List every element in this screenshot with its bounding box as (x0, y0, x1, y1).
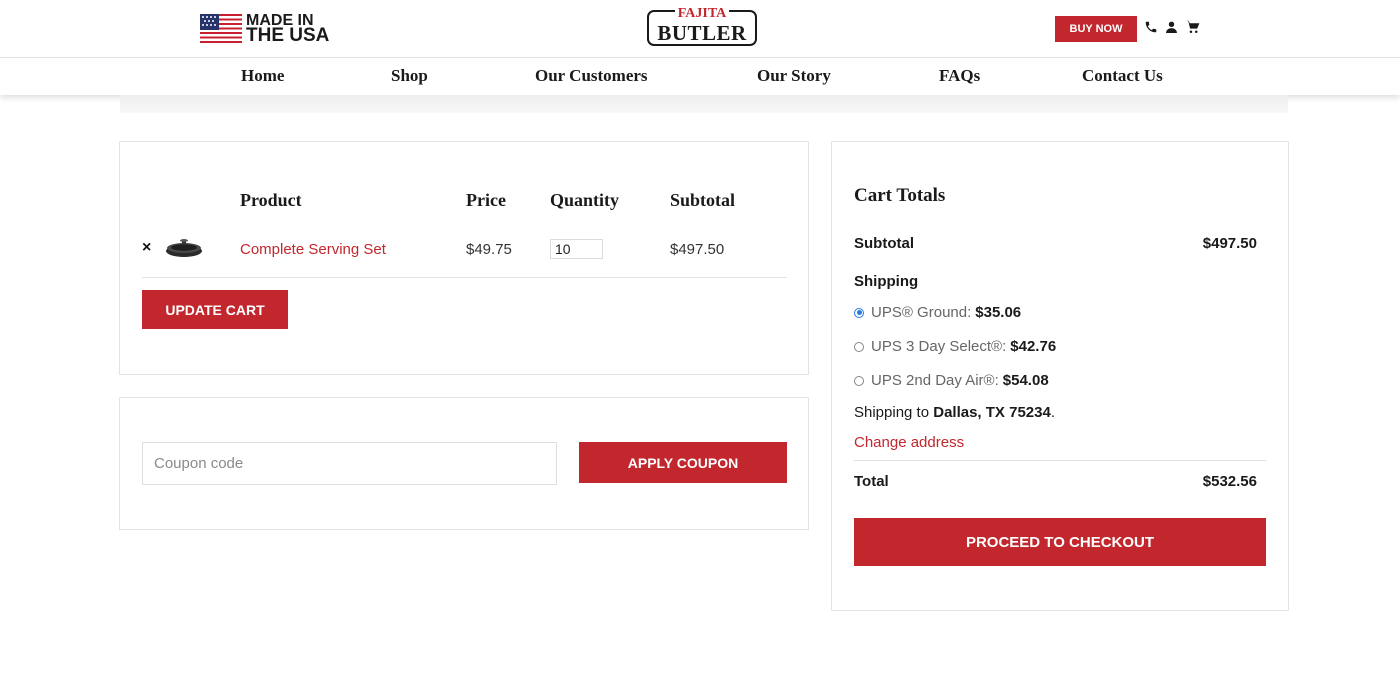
product-name-link[interactable]: Complete Serving Set (240, 241, 386, 258)
shipping-option-ups-3-day[interactable]: UPS 3 Day Select®: $42.76 (854, 338, 1056, 355)
nav-our-story[interactable]: Our Story (757, 66, 831, 86)
shipping-option-label: UPS 3 Day Select®: (871, 338, 1007, 355)
phone-icon[interactable] (1144, 20, 1160, 36)
shipping-option-price: $35.06 (975, 304, 1022, 321)
column-header-price: Price (466, 190, 506, 210)
column-header-quantity: Quantity (550, 190, 620, 210)
top-header: MADE IN THE USA FAJITA BUTLER BUY NOW (0, 0, 1400, 58)
shipping-destination: Shipping to Dallas, TX 75234. (854, 404, 1055, 421)
shipping-label: Shipping (854, 273, 919, 290)
total-value: $532.56 (1202, 473, 1257, 490)
cart-totals-panel: Cart Totals Subtotal $497.50 Shipping UP… (831, 141, 1289, 611)
made-in-line2: THE USA (246, 25, 330, 46)
nav-faqs[interactable]: FAQs (939, 66, 980, 86)
shipping-option-price: $54.08 (1002, 372, 1049, 389)
shipping-option-price: $42.76 (1010, 338, 1057, 355)
column-header-product: Product (240, 190, 302, 210)
row-divider (142, 277, 787, 278)
shipping-to-prefix: Shipping to (854, 404, 930, 421)
user-icon[interactable] (1165, 20, 1181, 36)
subtotal-value: $497.50 (1202, 235, 1257, 252)
product-thumbnail[interactable] (164, 238, 204, 265)
made-in-usa-text: MADE IN THE USA (246, 13, 330, 46)
product-subtotal: $497.50 (670, 241, 725, 258)
remove-item-button[interactable]: × (142, 239, 151, 257)
radio-ups-2nd-day[interactable] (854, 375, 864, 386)
coupon-panel: Apply Coupon (119, 397, 809, 530)
product-price: $49.75 (466, 241, 512, 258)
shipping-option-label: UPS® Ground: (871, 304, 972, 321)
site-logo[interactable]: FAJITA BUTLER (647, 6, 757, 46)
shipping-to-location: Dallas, TX 75234 (933, 404, 1051, 421)
shipping-option-ups-2nd-day[interactable]: UPS 2nd Day Air®: $54.08 (854, 372, 1049, 389)
radio-ups-ground[interactable] (854, 307, 864, 318)
shipping-option-ups-ground[interactable]: UPS® Ground: $35.06 (854, 304, 1021, 321)
cart-totals-title: Cart Totals (854, 185, 946, 206)
shipping-option-label: UPS 2nd Day Air®: (871, 372, 999, 389)
page-banner-strip (120, 95, 1288, 113)
change-address-link[interactable]: Change address (854, 434, 964, 451)
main-navigation: Home Shop Our Customers Our Story FAQs C… (0, 58, 1400, 95)
us-flag-icon (200, 13, 242, 43)
totals-divider (854, 460, 1266, 461)
nav-shop[interactable]: Shop (391, 66, 428, 86)
coupon-code-input[interactable] (142, 442, 557, 485)
nav-home[interactable]: Home (241, 66, 284, 86)
total-label: Total (854, 473, 889, 490)
quantity-input[interactable] (550, 239, 603, 259)
logo-main-text: BUTLER (657, 21, 747, 45)
column-header-subtotal: Subtotal (670, 190, 736, 210)
nav-our-customers[interactable]: Our Customers (535, 66, 648, 86)
update-cart-button[interactable]: Update Cart (142, 290, 288, 329)
shipping-to-suffix: . (1050, 404, 1055, 421)
logo-top-text: FAJITA (674, 6, 730, 21)
apply-coupon-button[interactable]: Apply Coupon (579, 442, 787, 483)
radio-ups-3-day[interactable] (854, 341, 864, 352)
proceed-to-checkout-button[interactable]: Proceed to Checkout (854, 518, 1266, 566)
nav-contact-us[interactable]: Contact Us (1082, 66, 1163, 86)
cart-icon[interactable] (1185, 20, 1201, 36)
subtotal-label: Subtotal (854, 235, 914, 252)
cart-table-panel: Product Price Quantity Subtotal × Comple… (119, 141, 809, 375)
buy-now-button[interactable]: BUY NOW (1055, 16, 1137, 42)
made-in-usa-badge: MADE IN THE USA (200, 13, 330, 46)
